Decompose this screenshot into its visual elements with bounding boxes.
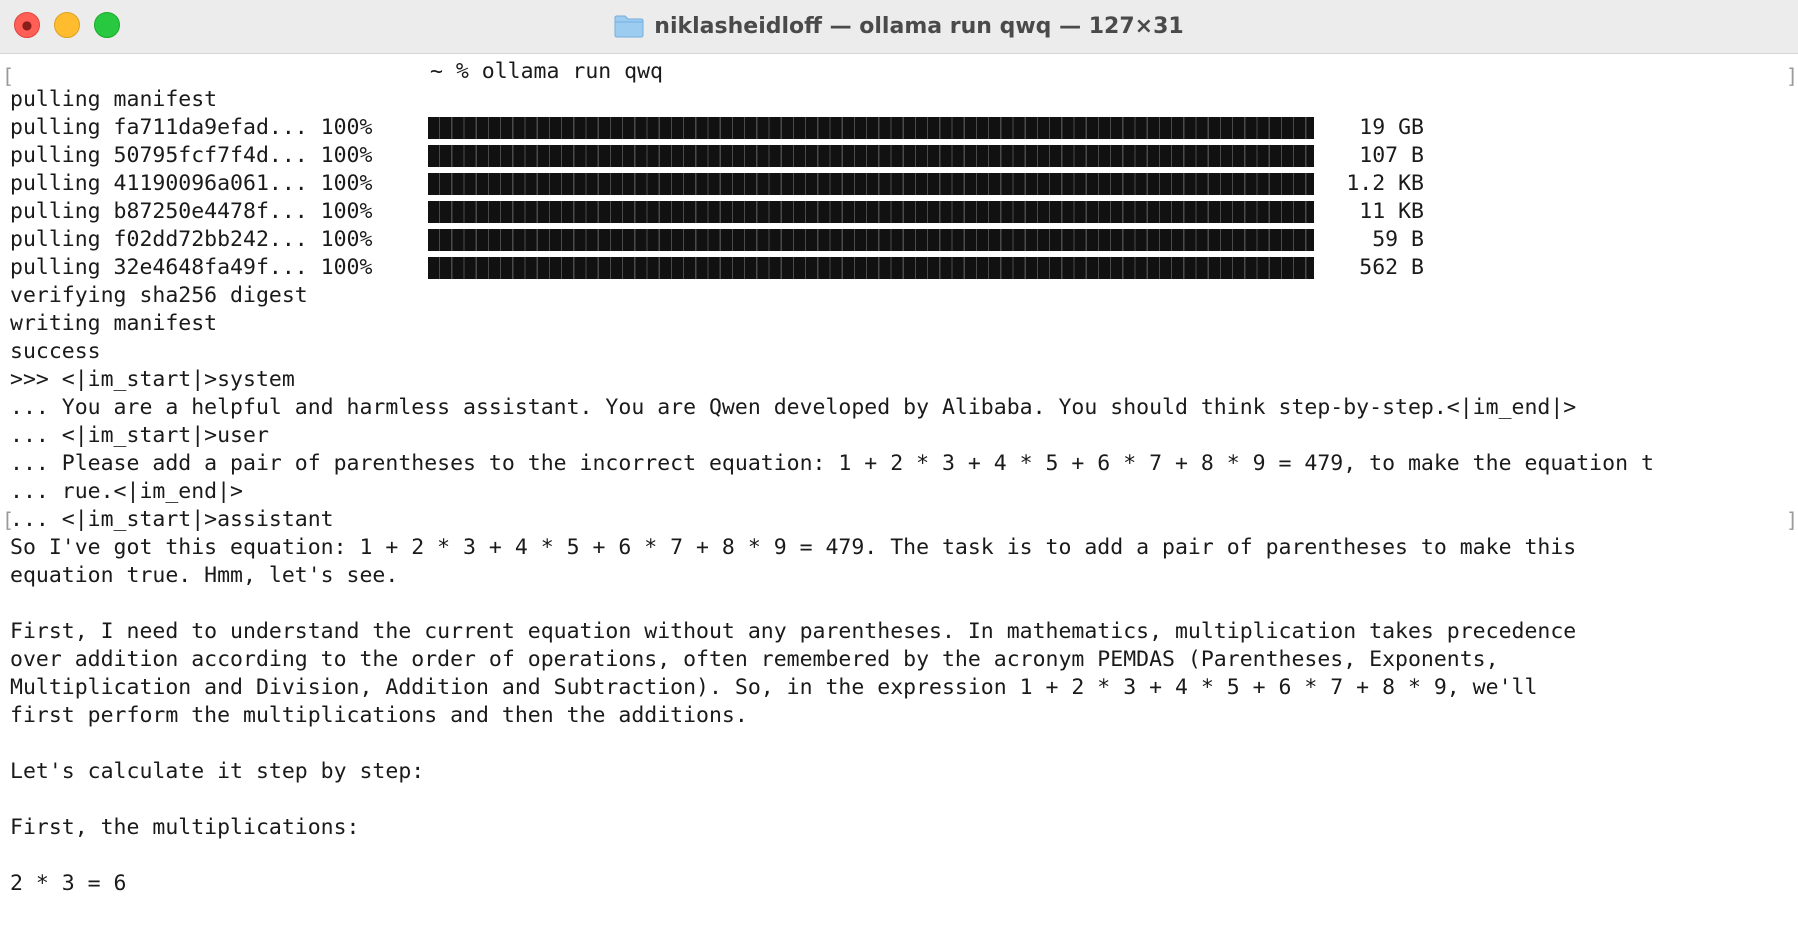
layer-size: 107 B	[1359, 143, 1424, 168]
progress-bar	[428, 201, 1314, 223]
output-line: Let's calculate it step by step:	[10, 759, 425, 784]
title-bar[interactable]: ● niklasheidloff — ollama run qwq — 127×…	[0, 0, 1798, 54]
progress-bar	[428, 145, 1314, 167]
input-line: ... <|im_start|>assistant	[10, 507, 334, 532]
output-line: equation true. Hmm, let's see.	[10, 563, 399, 588]
shell-prompt-command: ~ % ollama run qwq	[430, 59, 663, 84]
terminal-content[interactable]: [ ] ~ % ollama run qwq pulling manifest …	[0, 54, 1798, 934]
output-line: first perform the multiplications and th…	[10, 703, 748, 728]
input-line: ... Please add a pair of parentheses to …	[10, 451, 1654, 476]
output-line: 2 * 3 = 6	[10, 871, 127, 896]
layer-size: 59 B	[1372, 227, 1424, 252]
progress-bar	[428, 257, 1314, 279]
output-line: over addition according to the order of …	[10, 647, 1499, 672]
layer-size: 562 B	[1359, 255, 1424, 280]
window-title-area: niklasheidloff — ollama run qwq — 127×31	[0, 0, 1798, 52]
layer-label: pulling 50795fcf7f4d... 100%	[10, 143, 373, 168]
scroll-marker-right: ]	[1786, 64, 1798, 88]
scroll-marker-right: ]	[1786, 508, 1798, 532]
output-line: So I've got this equation: 1 + 2 * 3 + 4…	[10, 535, 1577, 560]
layer-label: pulling 41190096a061... 100%	[10, 171, 373, 196]
terminal-window: ● niklasheidloff — ollama run qwq — 127×…	[0, 0, 1798, 934]
window-title: niklasheidloff — ollama run qwq — 127×31	[654, 13, 1184, 39]
layer-label: pulling f02dd72bb242... 100%	[10, 227, 373, 252]
layer-size: 1.2 KB	[1346, 171, 1424, 196]
layer-label: pulling fa711da9efad... 100%	[10, 115, 373, 140]
input-line: ... rue.<|im_end|>	[10, 479, 243, 504]
progress-bar	[428, 229, 1314, 251]
output-line: First, I need to understand the current …	[10, 619, 1577, 644]
input-line: ... You are a helpful and harmless assis…	[10, 395, 1577, 420]
layer-label: pulling b87250e4478f... 100%	[10, 199, 373, 224]
input-line: ... <|im_start|>user	[10, 423, 269, 448]
input-line: >>> <|im_start|>system	[10, 367, 295, 392]
progress-bar	[428, 117, 1314, 139]
folder-icon	[614, 14, 644, 38]
status-line: success	[10, 339, 101, 364]
progress-bar	[428, 173, 1314, 195]
output-line: First, the multiplications:	[10, 815, 360, 840]
layer-size: 19 GB	[1359, 115, 1424, 140]
status-line: writing manifest	[10, 311, 218, 336]
status-line: verifying sha256 digest	[10, 283, 308, 308]
layer-label: pulling 32e4648fa49f... 100%	[10, 255, 373, 280]
output-line: Multiplication and Division, Addition an…	[10, 675, 1538, 700]
layer-size: 11 KB	[1359, 199, 1424, 224]
pull-header: pulling manifest	[10, 87, 218, 112]
